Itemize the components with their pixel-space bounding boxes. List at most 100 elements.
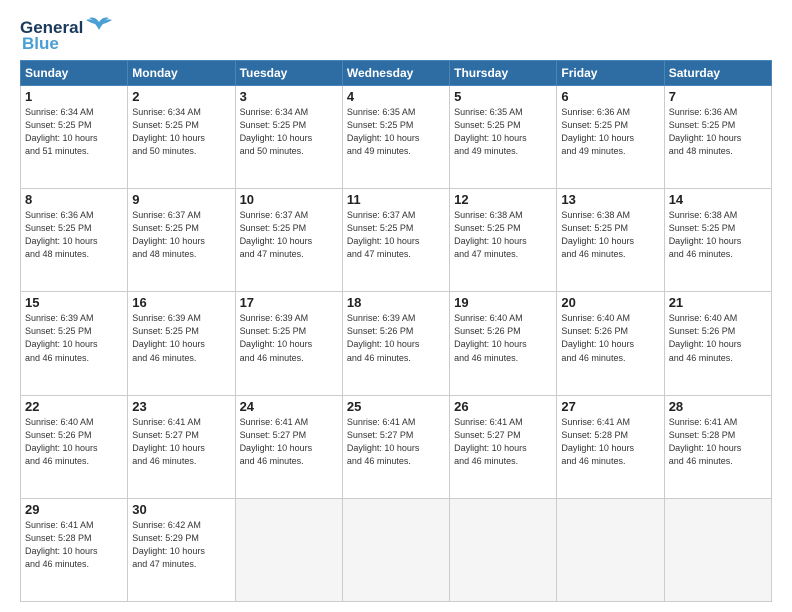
calendar-table: SundayMondayTuesdayWednesdayThursdayFrid…	[20, 60, 772, 602]
day-number: 5	[454, 89, 552, 104]
calendar-cell: 12 Sunrise: 6:38 AM Sunset: 5:25 PM Dayli…	[450, 189, 557, 292]
day-number: 21	[669, 295, 767, 310]
calendar-cell: 26Sunrise: 6:41 AM Sunset: 5:27 PM Dayli…	[450, 395, 557, 498]
day-info: Sunrise: 6:38 AM Sunset: 5:25 PM Dayligh…	[561, 209, 659, 261]
calendar-cell: 30 Sunrise: 6:42 AM Sunset: 5:29 PM Dayli…	[128, 498, 235, 601]
day-info: Sunrise: 6:40 AM Sunset: 5:26 PM Dayligh…	[25, 416, 123, 468]
day-info: Sunrise: 6:39 AM Sunset: 5:25 PM Dayligh…	[240, 312, 338, 364]
day-info: Sunrise: 6:41 AM Sunset: 5:28 PM Dayligh…	[669, 416, 767, 468]
day-info: Sunrise: 6:41 AM Sunset: 5:28 PM Dayligh…	[25, 519, 123, 571]
calendar-week-5: 29 Sunrise: 6:41 AM Sunset: 5:28 PM Dayli…	[21, 498, 772, 601]
calendar-cell: 28 Sunrise: 6:41 AM Sunset: 5:28 PM Dayli…	[664, 395, 771, 498]
day-number: 29	[25, 502, 123, 517]
calendar-cell: 17 Sunrise: 6:39 AM Sunset: 5:25 PM Dayli…	[235, 292, 342, 395]
day-number: 28	[669, 399, 767, 414]
header-day-monday: Monday	[128, 61, 235, 86]
day-info: Sunrise: 6:41 AM Sunset: 5:27 PM Dayligh…	[132, 416, 230, 468]
day-info: Sunrise: 6:36 AM Sunset: 5:25 PM Dayligh…	[25, 209, 123, 261]
day-number: 26	[454, 399, 552, 414]
day-number: 24	[240, 399, 338, 414]
calendar-cell: 7 Sunrise: 6:36 AM Sunset: 5:25 PM Daylig…	[664, 86, 771, 189]
calendar-cell: 21 Sunrise: 6:40 AM Sunset: 5:26 PM Dayli…	[664, 292, 771, 395]
day-info: Sunrise: 6:38 AM Sunset: 5:25 PM Dayligh…	[454, 209, 552, 261]
day-number: 20	[561, 295, 659, 310]
day-info: Sunrise: 6:35 AM Sunset: 5:25 PM Dayligh…	[454, 106, 552, 158]
day-number: 8	[25, 192, 123, 207]
calendar-cell	[235, 498, 342, 601]
day-number: 16	[132, 295, 230, 310]
day-number: 6	[561, 89, 659, 104]
day-info: Sunrise: 6:41 AM Sunset: 5:27 PM Dayligh…	[347, 416, 445, 468]
calendar-week-4: 22 Sunrise: 6:40 AM Sunset: 5:26 PM Dayli…	[21, 395, 772, 498]
calendar-cell: 2Sunrise: 6:34 AM Sunset: 5:25 PM Daylig…	[128, 86, 235, 189]
header: General Blue	[20, 18, 772, 54]
day-info: Sunrise: 6:38 AM Sunset: 5:25 PM Dayligh…	[669, 209, 767, 261]
calendar-cell: 18Sunrise: 6:39 AM Sunset: 5:26 PM Dayli…	[342, 292, 449, 395]
calendar-cell: 14 Sunrise: 6:38 AM Sunset: 5:25 PM Dayli…	[664, 189, 771, 292]
day-info: Sunrise: 6:39 AM Sunset: 5:25 PM Dayligh…	[25, 312, 123, 364]
day-number: 12	[454, 192, 552, 207]
day-info: Sunrise: 6:37 AM Sunset: 5:25 PM Dayligh…	[240, 209, 338, 261]
day-info: Sunrise: 6:40 AM Sunset: 5:26 PM Dayligh…	[561, 312, 659, 364]
calendar-header: SundayMondayTuesdayWednesdayThursdayFrid…	[21, 61, 772, 86]
day-number: 23	[132, 399, 230, 414]
day-number: 27	[561, 399, 659, 414]
header-day-wednesday: Wednesday	[342, 61, 449, 86]
calendar-week-2: 8 Sunrise: 6:36 AM Sunset: 5:25 PM Daylig…	[21, 189, 772, 292]
header-day-tuesday: Tuesday	[235, 61, 342, 86]
calendar-cell: 8 Sunrise: 6:36 AM Sunset: 5:25 PM Daylig…	[21, 189, 128, 292]
day-number: 25	[347, 399, 445, 414]
header-day-saturday: Saturday	[664, 61, 771, 86]
day-number: 14	[669, 192, 767, 207]
calendar-cell: 1 Sunrise: 6:34 AM Sunset: 5:25 PM Daylig…	[21, 86, 128, 189]
day-number: 11	[347, 192, 445, 207]
calendar-cell: 15 Sunrise: 6:39 AM Sunset: 5:25 PM Dayli…	[21, 292, 128, 395]
day-info: Sunrise: 6:35 AM Sunset: 5:25 PM Dayligh…	[347, 106, 445, 158]
header-day-thursday: Thursday	[450, 61, 557, 86]
day-info: Sunrise: 6:36 AM Sunset: 5:25 PM Dayligh…	[669, 106, 767, 158]
day-info: Sunrise: 6:39 AM Sunset: 5:25 PM Dayligh…	[132, 312, 230, 364]
day-number: 7	[669, 89, 767, 104]
day-number: 15	[25, 295, 123, 310]
header-day-sunday: Sunday	[21, 61, 128, 86]
calendar-cell: 25 Sunrise: 6:41 AM Sunset: 5:27 PM Dayli…	[342, 395, 449, 498]
day-number: 13	[561, 192, 659, 207]
calendar-week-1: 1 Sunrise: 6:34 AM Sunset: 5:25 PM Daylig…	[21, 86, 772, 189]
calendar-cell: 9 Sunrise: 6:37 AM Sunset: 5:25 PM Daylig…	[128, 189, 235, 292]
calendar-cell	[664, 498, 771, 601]
day-info: Sunrise: 6:37 AM Sunset: 5:25 PM Dayligh…	[347, 209, 445, 261]
calendar-cell: 20 Sunrise: 6:40 AM Sunset: 5:26 PM Dayli…	[557, 292, 664, 395]
day-info: Sunrise: 6:40 AM Sunset: 5:26 PM Dayligh…	[454, 312, 552, 364]
calendar-cell: 13 Sunrise: 6:38 AM Sunset: 5:25 PM Dayli…	[557, 189, 664, 292]
calendar-cell: 16 Sunrise: 6:39 AM Sunset: 5:25 PM Dayli…	[128, 292, 235, 395]
calendar-cell: 3Sunrise: 6:34 AM Sunset: 5:25 PM Daylig…	[235, 86, 342, 189]
day-number: 2	[132, 89, 230, 104]
day-info: Sunrise: 6:41 AM Sunset: 5:27 PM Dayligh…	[240, 416, 338, 468]
calendar-cell: 11 Sunrise: 6:37 AM Sunset: 5:25 PM Dayli…	[342, 189, 449, 292]
calendar-cell	[557, 498, 664, 601]
day-number: 4	[347, 89, 445, 104]
calendar-cell: 10 Sunrise: 6:37 AM Sunset: 5:25 PM Dayli…	[235, 189, 342, 292]
day-info: Sunrise: 6:39 AM Sunset: 5:26 PM Dayligh…	[347, 312, 445, 364]
day-number: 1	[25, 89, 123, 104]
day-info: Sunrise: 6:40 AM Sunset: 5:26 PM Dayligh…	[669, 312, 767, 364]
day-info: Sunrise: 6:36 AM Sunset: 5:25 PM Dayligh…	[561, 106, 659, 158]
day-number: 30	[132, 502, 230, 517]
day-info: Sunrise: 6:37 AM Sunset: 5:25 PM Dayligh…	[132, 209, 230, 261]
logo-bird-icon	[85, 16, 113, 34]
calendar-cell: 19Sunrise: 6:40 AM Sunset: 5:26 PM Dayli…	[450, 292, 557, 395]
calendar-cell	[342, 498, 449, 601]
logo-blue: Blue	[22, 34, 59, 54]
day-number: 10	[240, 192, 338, 207]
day-number: 9	[132, 192, 230, 207]
day-info: Sunrise: 6:34 AM Sunset: 5:25 PM Dayligh…	[25, 106, 123, 158]
day-info: Sunrise: 6:42 AM Sunset: 5:29 PM Dayligh…	[132, 519, 230, 571]
calendar-cell: 4 Sunrise: 6:35 AM Sunset: 5:25 PM Daylig…	[342, 86, 449, 189]
header-day-friday: Friday	[557, 61, 664, 86]
day-number: 3	[240, 89, 338, 104]
day-number: 17	[240, 295, 338, 310]
calendar-cell: 5 Sunrise: 6:35 AM Sunset: 5:25 PM Daylig…	[450, 86, 557, 189]
day-number: 22	[25, 399, 123, 414]
day-info: Sunrise: 6:41 AM Sunset: 5:28 PM Dayligh…	[561, 416, 659, 468]
logo: General Blue	[20, 18, 113, 54]
